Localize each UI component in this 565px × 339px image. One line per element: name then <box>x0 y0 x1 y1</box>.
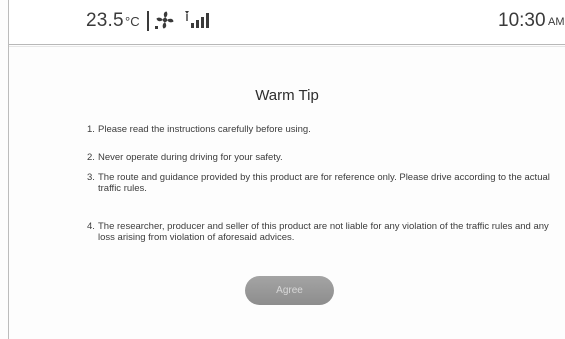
tip-text: Never operate during driving for your sa… <box>98 152 283 163</box>
dialog-title: Warm Tip <box>255 87 319 104</box>
tip-text: Please read the instructions carefully b… <box>98 124 311 135</box>
tip-number: 4. <box>87 221 95 232</box>
temperature-value: 23.5 <box>86 10 124 31</box>
status-bar-divider <box>9 44 565 45</box>
clock-ampm: AM <box>548 16 565 28</box>
head-unit-screen: 23.5 °C 10:30 AM Warm Tip 1. Please read… <box>0 0 565 339</box>
clock-time: 10:30 <box>498 10 546 31</box>
tip-item: 1. Please read the instructions carefull… <box>87 124 555 135</box>
tip-item: 2. Never operate during driving for your… <box>87 152 555 163</box>
status-separator <box>147 11 149 31</box>
temperature-unit: °C <box>125 14 140 29</box>
tip-item: 4. The researcher, producer and seller o… <box>87 221 555 243</box>
tip-number: 3. <box>87 172 95 183</box>
agree-button[interactable]: Agree <box>245 276 334 305</box>
fan-icon <box>155 11 174 29</box>
tip-number: 2. <box>87 152 95 163</box>
tip-text: The researcher, producer and seller of t… <box>98 221 549 243</box>
cellular-signal-icon <box>185 11 209 28</box>
tip-text: The route and guidance provided by this … <box>98 172 550 194</box>
tip-item: 3. The route and guidance provided by th… <box>87 172 555 194</box>
tip-number: 1. <box>87 124 95 135</box>
